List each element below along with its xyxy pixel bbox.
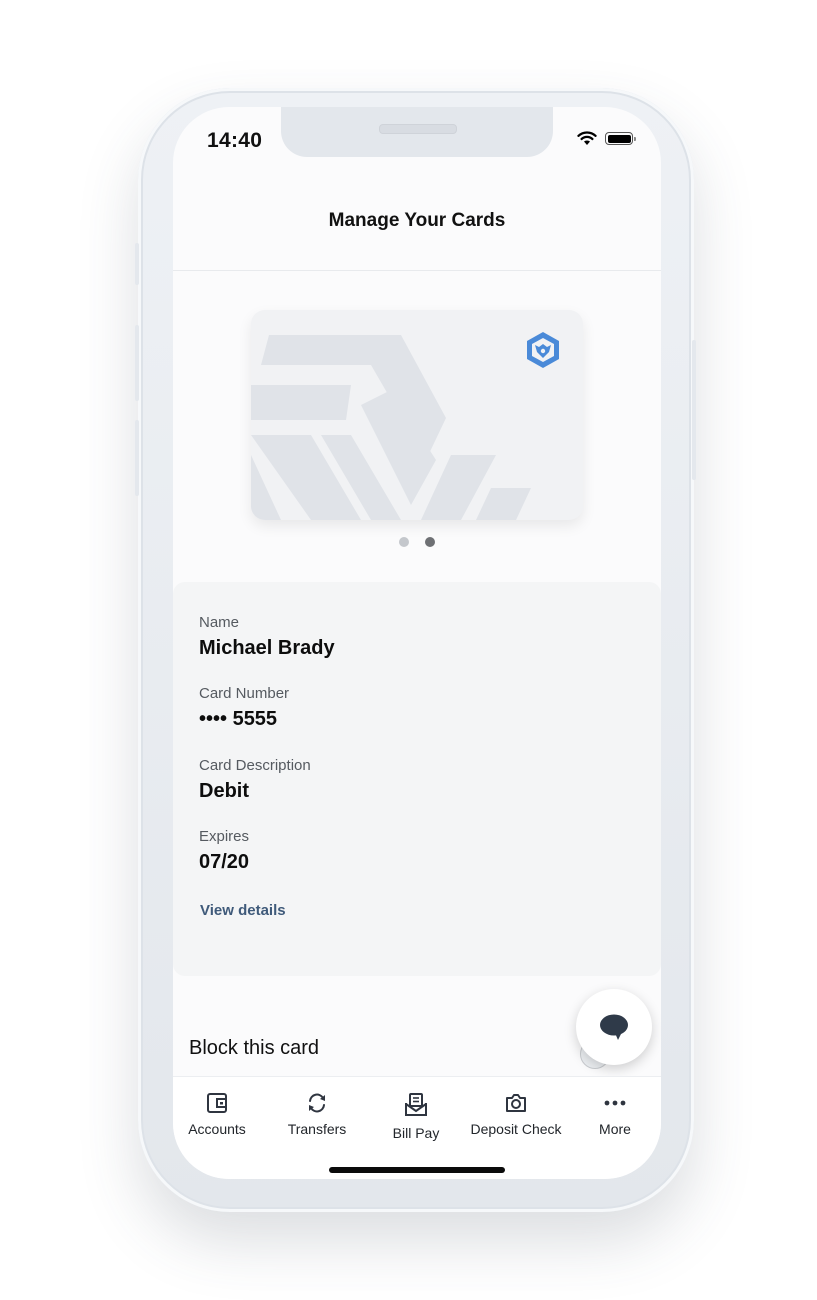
- battery-icon: [605, 132, 636, 145]
- volume-down-button: [135, 420, 139, 496]
- status-time: 14:40: [207, 129, 263, 152]
- carousel-pagination: [173, 537, 661, 547]
- tab-deposit-check[interactable]: Deposit Check: [466, 1092, 566, 1137]
- tab-bar: Accounts Transfers Bill Pay Deposit Chec…: [173, 1076, 661, 1179]
- pagination-dot-2[interactable]: [425, 537, 435, 547]
- wallet-icon: [207, 1093, 227, 1113]
- more-dots-icon: [604, 1100, 626, 1106]
- hexagon-lion-logo-icon: [527, 332, 559, 368]
- silent-switch: [135, 243, 139, 285]
- speaker: [379, 124, 457, 134]
- chat-bubble-icon: [600, 1014, 628, 1040]
- tab-label: More: [599, 1121, 631, 1137]
- chat-button[interactable]: [576, 989, 652, 1065]
- tab-more[interactable]: More: [565, 1092, 661, 1137]
- tab-label: Deposit Check: [470, 1121, 562, 1137]
- tab-label: Accounts: [188, 1121, 246, 1137]
- pagination-dot-1[interactable]: [399, 537, 409, 547]
- block-card-button[interactable]: Block this card: [189, 1037, 319, 1060]
- screen: 14:40 Manage Your Cards Name Michael Bra…: [173, 107, 661, 1179]
- tab-label: Bill Pay: [392, 1125, 440, 1141]
- tab-transfers[interactable]: Transfers: [267, 1092, 367, 1137]
- tab-accounts[interactable]: Accounts: [173, 1092, 267, 1137]
- tab-label: Transfers: [287, 1121, 347, 1137]
- camera-icon: [506, 1094, 526, 1112]
- volume-up-button: [135, 325, 139, 401]
- power-button: [692, 340, 696, 480]
- bill-envelope-icon: [405, 1093, 427, 1116]
- notch: [281, 107, 553, 157]
- card-details-panel: Name Michael Brady Card Number •••• 5555…: [173, 582, 661, 976]
- wifi-icon: [577, 131, 597, 145]
- transfer-arrows-icon: [309, 1093, 325, 1113]
- card-number-value: •••• 5555: [199, 708, 278, 730]
- card-description-value: Debit: [199, 780, 249, 802]
- card-description-label: Card Description: [199, 757, 311, 774]
- status-icons: [577, 131, 636, 146]
- expires-value: 07/20: [199, 851, 250, 873]
- tab-bill-pay[interactable]: Bill Pay: [366, 1092, 466, 1141]
- home-indicator[interactable]: [329, 1167, 505, 1173]
- name-value: Michael Brady: [199, 637, 335, 659]
- expires-label: Expires: [199, 828, 250, 845]
- page-title: Manage Your Cards: [328, 210, 506, 231]
- view-details-link[interactable]: View details: [200, 902, 286, 919]
- payment-card[interactable]: [251, 310, 583, 520]
- header-divider: [173, 270, 661, 271]
- name-label: Name: [199, 614, 240, 631]
- card-number-label: Card Number: [199, 685, 290, 702]
